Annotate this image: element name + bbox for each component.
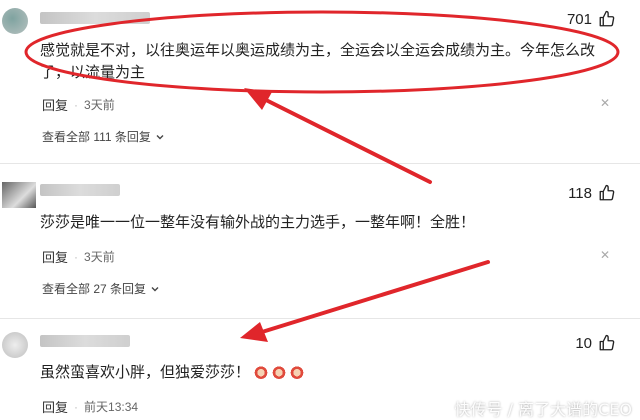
comment-text-body: 虽然蛮喜欢小胖，但独爱莎莎！ bbox=[40, 364, 251, 381]
like-control[interactable]: 10 bbox=[575, 334, 616, 352]
chevron-down-icon bbox=[155, 132, 165, 142]
thumbs-up-icon[interactable] bbox=[598, 184, 616, 202]
thumbs-up-icon[interactable] bbox=[598, 334, 616, 352]
comment-meta: 回复 · 3天前 bbox=[42, 95, 115, 114]
username-redacted[interactable] bbox=[40, 12, 150, 24]
arrow-line-upper bbox=[260, 96, 432, 184]
comment-meta: 回复 · 3天前 bbox=[42, 247, 115, 266]
ping-pong-paddle-emoji bbox=[254, 365, 269, 379]
like-control[interactable]: 701 bbox=[567, 10, 616, 28]
divider bbox=[0, 163, 640, 164]
close-icon[interactable]: ✕ bbox=[600, 248, 610, 262]
arrow-head-lower bbox=[240, 322, 268, 342]
separator-dot: · bbox=[74, 97, 79, 112]
view-replies-label: 查看全部 27 条回复 bbox=[42, 282, 147, 296]
separator-dot: · bbox=[74, 399, 79, 414]
reply-button[interactable]: 回复 bbox=[42, 247, 68, 266]
like-count: 701 bbox=[566, 10, 592, 28]
like-control[interactable]: 118 bbox=[568, 184, 616, 202]
arrow-line-lower bbox=[260, 260, 490, 334]
username-redacted[interactable] bbox=[40, 184, 120, 196]
separator-dot: · bbox=[74, 249, 79, 264]
thumbs-up-icon[interactable] bbox=[598, 10, 616, 28]
comment-meta: 回复 · 前天13:34 bbox=[42, 397, 138, 416]
watermark: 快传号 / 离了大谱的CEO bbox=[454, 400, 632, 419]
divider bbox=[0, 318, 640, 319]
arrow-head-upper bbox=[244, 88, 272, 110]
chevron-down-icon bbox=[150, 284, 160, 294]
close-icon[interactable]: ✕ bbox=[600, 96, 610, 110]
ping-pong-paddle-emoji bbox=[272, 365, 287, 379]
like-count: 10 bbox=[575, 334, 592, 352]
timestamp: 前天13:34 bbox=[84, 400, 139, 414]
timestamp: 3天前 bbox=[84, 250, 115, 264]
username-redacted[interactable] bbox=[40, 335, 130, 347]
avatar[interactable] bbox=[2, 332, 28, 358]
comment-text: 感觉就是不对，以往奥运年以奥运成绩为主，全运会以全运会成绩为主。今年怎么改了，以… bbox=[40, 42, 596, 81]
comment-text: 虽然蛮喜欢小胖，但独爱莎莎！ bbox=[40, 362, 610, 384]
view-replies-link[interactable]: 查看全部 27 条回复 bbox=[42, 280, 160, 297]
timestamp: 3天前 bbox=[84, 98, 115, 112]
ping-pong-paddle-emoji bbox=[290, 365, 305, 379]
reply-button[interactable]: 回复 bbox=[42, 95, 68, 114]
view-replies-label: 查看全部 111 条回复 bbox=[42, 130, 151, 144]
like-count: 118 bbox=[568, 184, 592, 202]
avatar[interactable] bbox=[2, 8, 28, 34]
view-replies-link[interactable]: 查看全部 111 条回复 bbox=[42, 128, 165, 145]
reply-button[interactable]: 回复 bbox=[42, 397, 68, 416]
comment-text: 莎莎是唯一一位一整年没有输外战的主力选手，一整年啊！全胜！ bbox=[40, 214, 476, 231]
avatar[interactable] bbox=[2, 182, 36, 208]
